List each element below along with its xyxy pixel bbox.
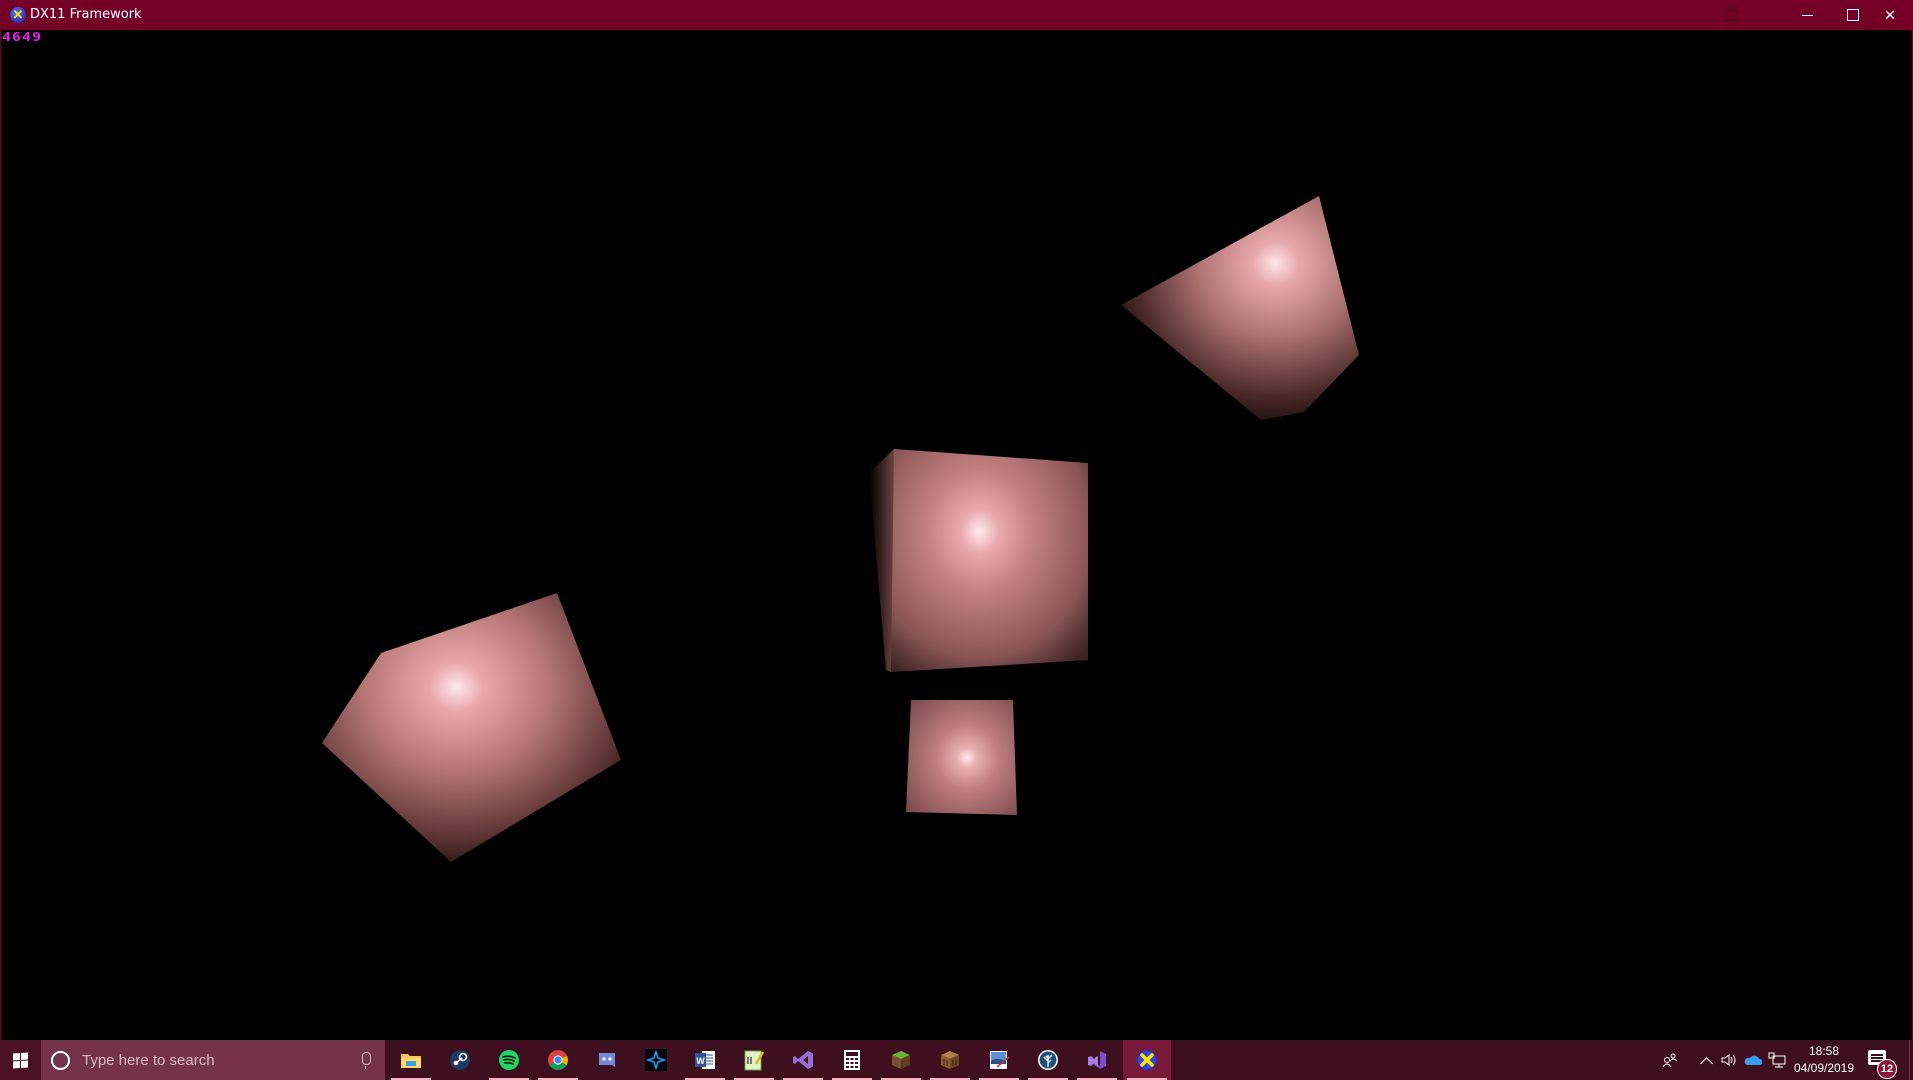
scene-canvas [322,196,1359,862]
close-button[interactable]: ✕ [1867,0,1913,30]
taskbar-app-dx11-framework[interactable] [1123,1040,1171,1080]
minimize-button[interactable] [1784,0,1830,30]
minecraft-icon [892,1051,910,1069]
cube-top-right [1121,196,1359,420]
search-placeholder: Type here to search [82,1051,215,1069]
taskbar-app-steam[interactable] [436,1040,484,1080]
paint-icon [990,1051,1010,1069]
notification-count-badge: 12 [1877,1059,1897,1079]
show-desktop-button[interactable] [1909,1040,1910,1080]
spotify-icon [499,1050,519,1070]
taskbar-app-visual-studio-2[interactable] [1073,1040,1121,1080]
taskbar-app-discord[interactable] [583,1040,631,1080]
cube-center [891,449,1088,672]
windows-logo-icon [12,1051,28,1069]
taskbar-app-file-explorer[interactable] [387,1040,435,1080]
taskbar-app-chrome[interactable] [534,1040,582,1080]
taskbar-app-calculator[interactable] [828,1040,876,1080]
word-icon: W [695,1051,715,1069]
taskbar-app-paint[interactable] [975,1040,1023,1080]
chrome-icon [548,1050,568,1070]
minimize-icon [1801,14,1813,16]
people-icon [1662,1053,1678,1068]
people-button[interactable] [1658,1040,1682,1080]
microphone-icon[interactable] [362,1052,371,1069]
onedrive-button[interactable] [1742,1040,1764,1080]
cube-small [906,700,1017,815]
onedrive-icon [1744,1055,1762,1065]
network-icon [1768,1052,1786,1068]
capture-icon [1725,9,1737,21]
taskbar-app-spotify[interactable] [485,1040,533,1080]
chevron-up-icon [1699,1056,1713,1070]
notepad-icon [744,1050,765,1071]
window-titlebar[interactable]: DX11 Framework ✕ [0,0,1913,30]
taskbar-app-word[interactable]: W [681,1040,729,1080]
directx-icon [10,6,26,24]
window-title: DX11 Framework [30,7,142,22]
discord-icon [599,1053,615,1067]
folder-icon [401,1054,421,1068]
crafting-table-icon [941,1051,959,1069]
sourcetree-icon [1038,1050,1058,1070]
maximize-icon [1847,9,1859,21]
show-hidden-icons-button[interactable] [1696,1040,1716,1080]
render-viewport[interactable]: 4649 [0,30,1913,1040]
visual-studio-icon [793,1051,813,1069]
taskbar-app-crafting-table[interactable] [926,1040,974,1080]
cortana-icon [51,1050,70,1070]
taskbar-app-sourcetree[interactable] [1024,1040,1072,1080]
volume-icon [1721,1054,1736,1066]
battlenet-icon [645,1049,667,1071]
taskbar-app-battle-net[interactable] [632,1040,680,1080]
search-box[interactable]: Type here to search [41,1040,385,1080]
svg-text:W: W [696,1056,705,1066]
close-icon: ✕ [1884,6,1896,23]
start-button[interactable] [0,1040,40,1080]
clock-date: 04/09/2019 [1793,1061,1855,1075]
clock-time: 18:58 [1808,1044,1840,1058]
fps-counter: 4649 [2,29,43,45]
directx-icon [1137,1050,1157,1070]
taskbar-app-notepad-plus-plus[interactable] [730,1040,778,1080]
visual-studio-icon [1088,1051,1106,1069]
calculator-icon [844,1050,860,1070]
steam-icon [450,1050,470,1070]
system-clock[interactable]: 18:58 04/09/2019 [1785,1043,1863,1077]
taskbar-app-minecraft[interactable] [877,1040,925,1080]
taskbar-app-visual-studio[interactable] [779,1040,827,1080]
cube-left [322,593,621,862]
taskbar: Type here to search W 18:58 04/09/2019 1… [0,1040,1913,1080]
volume-button[interactable] [1718,1040,1740,1080]
